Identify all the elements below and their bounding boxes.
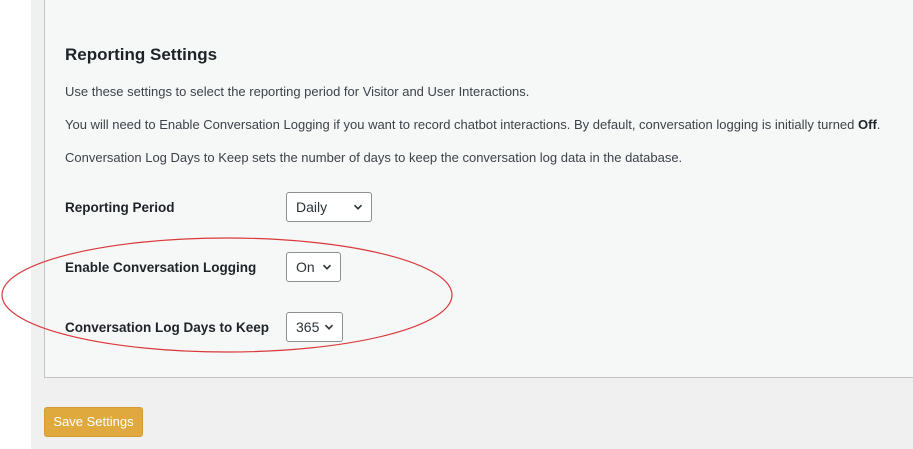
conversation-logging-select[interactable]: On	[286, 252, 341, 282]
reporting-settings-panel: Reporting Settings Use these settings to…	[44, 0, 913, 378]
reporting-period-label: Reporting Period	[65, 200, 175, 215]
save-settings-button[interactable]: Save Settings	[44, 407, 143, 437]
description-log-days: Conversation Log Days to Keep sets the n…	[65, 150, 683, 165]
conversation-logging-value: On	[296, 259, 315, 275]
description-period: .	[876, 117, 881, 132]
chevron-down-icon	[353, 204, 363, 210]
log-days-value: 365	[296, 319, 320, 335]
log-days-label: Conversation Log Days to Keep	[65, 320, 270, 335]
conversation-logging-label: Enable Conversation Logging	[65, 260, 257, 275]
reporting-period-select[interactable]: Daily	[286, 192, 372, 222]
description-reporting-period: Use these settings to select the reporti…	[65, 84, 530, 99]
description-conversation-logging: You will need to Enable Conversation Log…	[65, 117, 880, 132]
log-days-select[interactable]: 365	[286, 312, 343, 342]
chevron-down-icon	[322, 264, 332, 270]
section-title: Reporting Settings	[65, 45, 218, 64]
chevron-down-icon	[324, 324, 334, 330]
description-text: You will need to Enable Conversation Log…	[65, 117, 858, 132]
reporting-period-value: Daily	[296, 199, 328, 215]
description-emphasis: Off	[858, 117, 877, 132]
left-margin	[0, 0, 31, 449]
